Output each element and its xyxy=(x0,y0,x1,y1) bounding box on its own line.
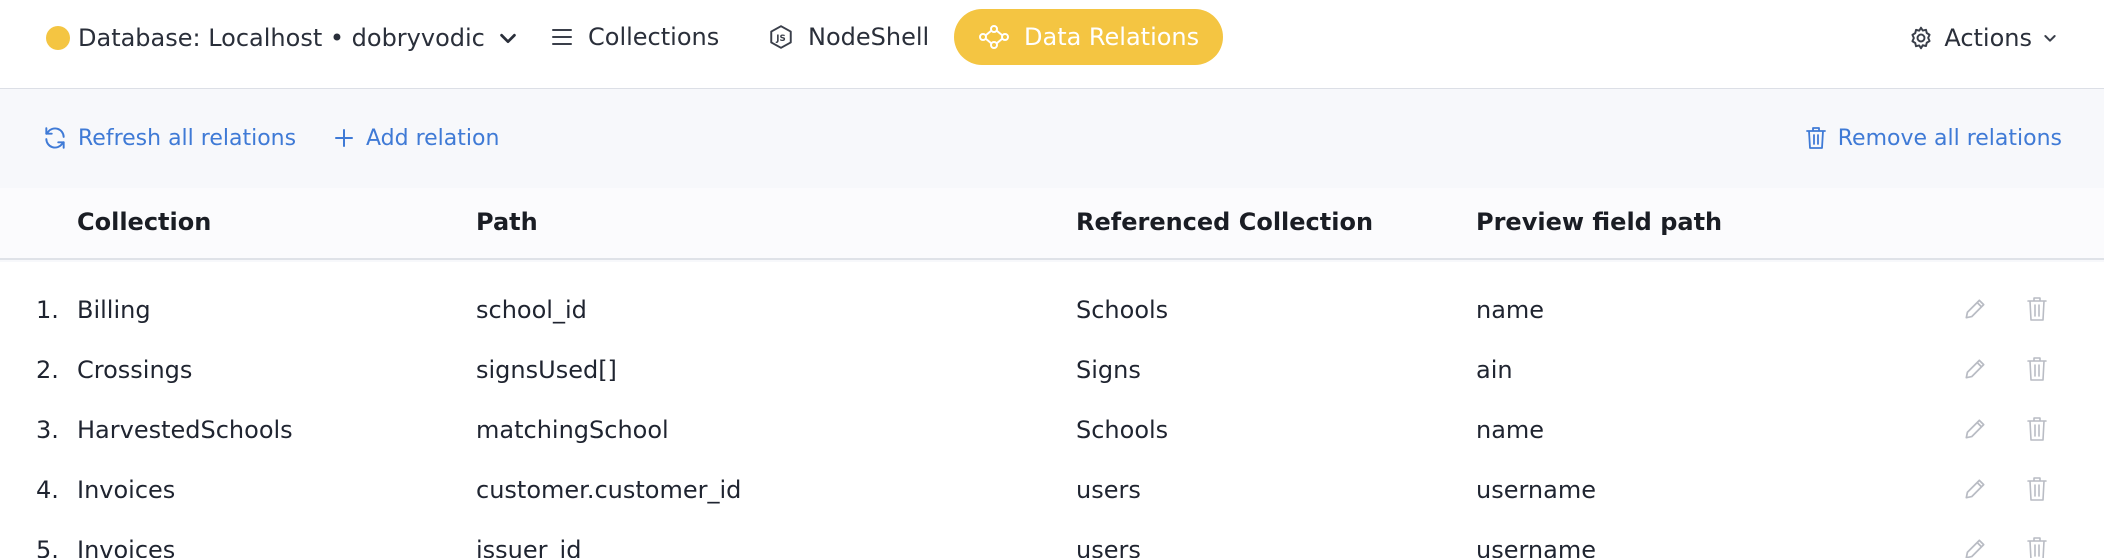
row-referenced-collection: users xyxy=(1076,476,1141,504)
row-collection: Billing xyxy=(77,296,151,324)
remove-all-relations-label: Remove all relations xyxy=(1837,125,2062,151)
nav-tab-nodeshell[interactable]: JS NodeShell xyxy=(744,9,953,65)
svg-text:JS: JS xyxy=(775,34,785,44)
row-actions xyxy=(1962,476,2048,502)
actions-menu[interactable]: Actions xyxy=(1908,22,2058,54)
refresh-all-relations-label: Refresh all relations xyxy=(78,125,297,151)
nav-tab-label: Collections xyxy=(588,23,720,51)
row-collection: HarvestedSchools xyxy=(77,416,293,444)
row-actions xyxy=(1962,356,2048,382)
trash-icon[interactable] xyxy=(2026,536,2048,558)
row-referenced-collection: Schools xyxy=(1076,416,1169,444)
nav-tab-label: NodeShell xyxy=(808,23,930,51)
nav-tab-data-relations[interactable]: Data Relations xyxy=(954,9,1224,65)
row-preview-field-path: name xyxy=(1476,296,1545,324)
top-bar: Database: Localhost • dobryvodic Collect… xyxy=(0,0,2104,89)
row-collection: Invoices xyxy=(77,476,176,504)
add-relation-label: Add relation xyxy=(366,125,500,151)
row-collection: Crossings xyxy=(77,356,193,384)
row-index: 1. xyxy=(36,296,59,324)
table-row: 5. Invoices issuer_id users username xyxy=(0,522,2104,558)
nav-tab-collections[interactable]: Collections xyxy=(526,9,743,65)
table-header: Collection Path Referenced Collection Pr… xyxy=(0,188,2104,260)
trash-icon[interactable] xyxy=(2026,476,2048,502)
row-index: 3. xyxy=(36,416,59,444)
chevron-down-icon xyxy=(2044,35,2056,42)
list-icon xyxy=(552,29,572,45)
graph-nodes-icon xyxy=(979,25,1009,49)
pencil-icon[interactable] xyxy=(1962,416,1988,442)
row-path: matchingSchool xyxy=(476,416,669,444)
table-row: 4. Invoices customer.customer_id users u… xyxy=(0,462,2104,522)
nav-tab-label: Data Relations xyxy=(1024,23,1200,51)
database-label: Database: Localhost • dobryvodic xyxy=(78,24,485,52)
column-header-preview-field-path[interactable]: Preview field path xyxy=(1476,208,1722,236)
trash-icon xyxy=(1805,127,1826,149)
relations-table-body: 1. Billing school_id Schools name 2. Cro… xyxy=(0,262,2104,558)
row-preview-field-path: username xyxy=(1476,476,1596,504)
connection-status-dot xyxy=(46,26,70,50)
database-selector[interactable]: Database: Localhost • dobryvodic xyxy=(46,22,519,54)
row-referenced-collection: users xyxy=(1076,536,1141,558)
plus-icon xyxy=(335,129,353,147)
row-path: signsUsed[] xyxy=(476,356,617,384)
row-preview-field-path: ain xyxy=(1476,356,1513,384)
refresh-all-relations-button[interactable]: Refresh all relations xyxy=(42,122,296,154)
pencil-icon[interactable] xyxy=(1962,476,1988,502)
trash-icon[interactable] xyxy=(2026,296,2048,322)
pencil-icon[interactable] xyxy=(1962,356,1988,382)
row-preview-field-path: username xyxy=(1476,536,1596,558)
row-collection: Invoices xyxy=(77,536,176,558)
trash-icon[interactable] xyxy=(2026,416,2048,442)
row-index: 5. xyxy=(36,536,59,558)
trash-icon[interactable] xyxy=(2026,356,2048,382)
pencil-icon[interactable] xyxy=(1962,536,1988,558)
column-header-collection[interactable]: Collection xyxy=(77,208,211,236)
actions-label: Actions xyxy=(1944,24,2032,52)
table-row: 1. Billing school_id Schools name xyxy=(0,282,2104,342)
row-path: issuer_id xyxy=(476,536,582,558)
row-referenced-collection: Signs xyxy=(1076,356,1141,384)
refresh-icon xyxy=(45,127,65,149)
row-actions xyxy=(1962,536,2048,558)
row-actions xyxy=(1962,416,2048,442)
remove-all-relations-button[interactable]: Remove all relations xyxy=(1804,122,2062,154)
nodejs-icon: JS xyxy=(770,25,792,49)
row-index: 2. xyxy=(36,356,59,384)
chevron-down-icon xyxy=(500,33,516,44)
column-header-referenced-collection[interactable]: Referenced Collection xyxy=(1076,208,1373,236)
row-index: 4. xyxy=(36,476,59,504)
row-referenced-collection: Schools xyxy=(1076,296,1169,324)
gear-icon xyxy=(1911,26,1931,50)
row-path: customer.customer_id xyxy=(476,476,742,504)
add-relation-button[interactable]: Add relation xyxy=(332,122,499,154)
row-path: school_id xyxy=(476,296,587,324)
column-header-path[interactable]: Path xyxy=(476,208,538,236)
row-actions xyxy=(1962,296,2048,322)
pencil-icon[interactable] xyxy=(1962,296,1988,322)
row-preview-field-path: name xyxy=(1476,416,1545,444)
table-row: 3. HarvestedSchools matchingSchool Schoo… xyxy=(0,402,2104,462)
table-row: 2. Crossings signsUsed[] Signs ain xyxy=(0,342,2104,402)
